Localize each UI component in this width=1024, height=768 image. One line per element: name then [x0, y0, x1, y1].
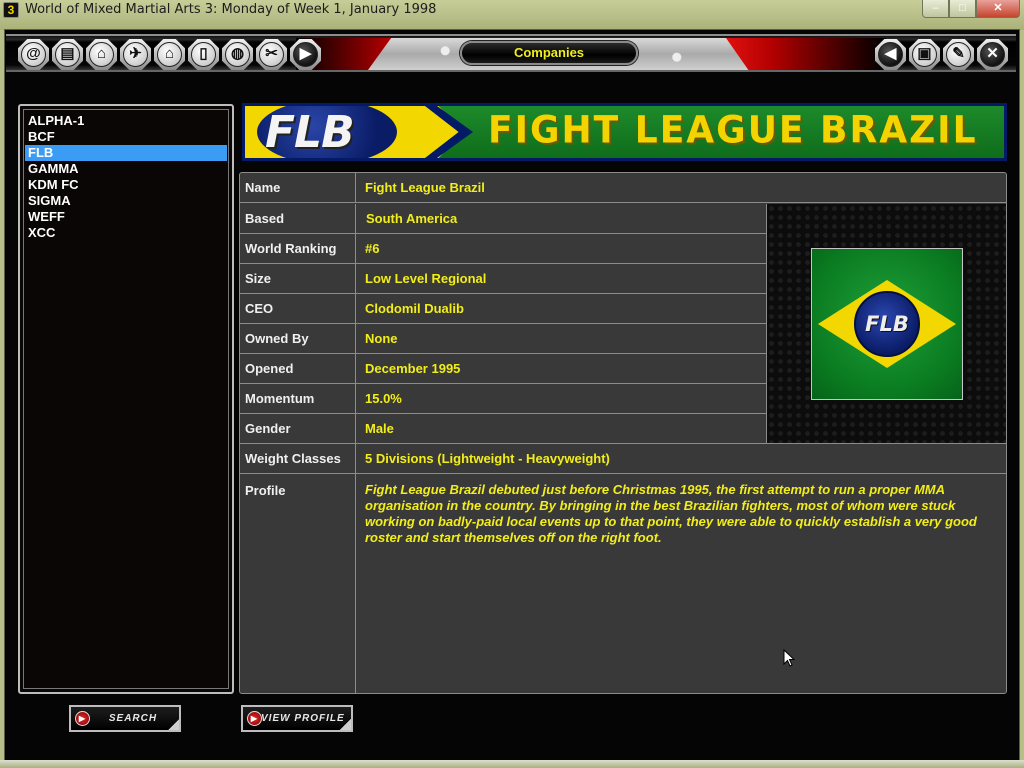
logo-abbreviation: FLB: [865, 312, 909, 336]
detail-value: Fight League Brazil: [365, 180, 485, 195]
company-list-item[interactable]: ALPHA-1: [25, 113, 227, 129]
email-icon: @: [21, 42, 46, 67]
banner-abbreviation: FLB: [265, 107, 355, 158]
search-button-label: SEARCH: [108, 713, 158, 724]
filing-cabinet-button[interactable]: ▤: [52, 39, 83, 70]
app-icon: 3: [3, 2, 19, 18]
company-list-item[interactable]: BCF: [25, 129, 227, 145]
detail-label: CEO: [240, 294, 356, 323]
close-exit-icon: ✕: [980, 42, 1005, 67]
filing-cabinet-icon: ▤: [55, 42, 80, 67]
search-button[interactable]: ▶ SEARCH: [69, 705, 181, 732]
corner-decoration: [168, 719, 179, 730]
tools-button[interactable]: ✂: [256, 39, 287, 70]
logo-circle-emblem: FLB: [854, 291, 920, 357]
company-list-item-selected[interactable]: FLB: [25, 145, 227, 161]
detail-label: Opened: [240, 354, 356, 383]
detail-row-momentum: Momentum 15.0%: [240, 384, 766, 414]
detail-label: Owned By: [240, 324, 356, 353]
tools-icon: ✂: [259, 42, 284, 67]
continue-button[interactable]: ▶: [290, 39, 321, 70]
banner-background: FLB FIGHT LEAGUE BRAZIL: [245, 106, 1004, 158]
fighter-button[interactable]: ✈: [120, 39, 151, 70]
detail-row-size: Size Low Level Regional: [240, 264, 766, 294]
detail-value: Clodomil Dualib: [365, 301, 464, 316]
detail-row-based: Based South America: [240, 204, 766, 234]
detail-row-name: Name Fight League Brazil: [240, 173, 1006, 203]
company-logo: FLB: [811, 248, 963, 400]
detail-row-ceo: CEO Clodomil Dualib: [240, 294, 766, 324]
window-controls: – □ ✕: [922, 0, 1020, 18]
mouse-cursor-icon: [783, 649, 795, 667]
house-person-icon: ⌂: [157, 42, 182, 67]
window-bottom-border: [0, 760, 1024, 768]
play-continue-icon: ▶: [293, 42, 318, 67]
screen-title: Companies: [460, 41, 638, 65]
company-list-items: ALPHA-1 BCF FLB GAMMA KDM FC SIGMA WEFF …: [23, 109, 229, 689]
globe-button[interactable]: ◍: [222, 39, 253, 70]
detail-label: Gender: [240, 414, 356, 443]
save-button[interactable]: ▣: [909, 39, 940, 70]
home-button[interactable]: ⌂: [86, 39, 117, 70]
detail-row-weight-classes: Weight Classes 5 Divisions (Lightweight …: [240, 444, 1006, 474]
company-details-table: Name Fight League Brazil Based South Ame…: [239, 172, 1007, 694]
main-toolbar: @ ▤ ⌂ ✈ ⌂ ▯ ◍ ✂ ▶ Companies ◀ ▣ ✎ ✕: [6, 34, 1016, 72]
company-logo-cell: FLB: [766, 204, 1006, 444]
detail-row-owned-by: Owned By None: [240, 324, 766, 354]
toolbar-decoration-right: [726, 38, 886, 70]
profile-text: Fight League Brazil debuted just before …: [365, 482, 977, 545]
banner-company-name: FIGHT LEAGUE BRAZIL: [488, 108, 978, 153]
company-list[interactable]: ALPHA-1 BCF FLB GAMMA KDM FC SIGMA WEFF …: [18, 104, 234, 694]
detail-value: December 1995: [365, 361, 461, 376]
minimize-button[interactable]: –: [922, 0, 949, 18]
fighter-kick-icon: ✈: [123, 42, 148, 67]
detail-row-opened: Opened December 1995: [240, 354, 766, 384]
detail-value: Male: [365, 421, 394, 436]
detail-value: South America: [366, 211, 458, 226]
play-arrow-icon: ▶: [247, 711, 262, 726]
company-list-item[interactable]: WEFF: [25, 209, 227, 225]
close-window-button[interactable]: ✕: [976, 0, 1020, 18]
view-profile-button-label: VIEW PROFILE: [261, 713, 345, 724]
company-list-item[interactable]: KDM FC: [25, 177, 227, 193]
save-disk-icon: ▣: [912, 42, 937, 67]
window-title-bar[interactable]: 3 World of Mixed Martial Arts 3: Monday …: [0, 0, 1024, 30]
back-icon: ◀: [878, 42, 903, 67]
toolbar-nav-icons: @ ▤ ⌂ ✈ ⌂ ▯ ◍ ✂ ▶: [18, 39, 321, 70]
detail-label: Name: [240, 173, 356, 202]
clipboard-edit-button[interactable]: ✎: [943, 39, 974, 70]
detail-label: Size: [240, 264, 356, 293]
media-player-icon: ▯: [191, 42, 216, 67]
exit-button[interactable]: ✕: [977, 39, 1008, 70]
detail-row-gender: Gender Male: [240, 414, 766, 444]
detail-value: None: [365, 331, 398, 346]
email-button[interactable]: @: [18, 39, 49, 70]
clipboard-edit-icon: ✎: [946, 42, 971, 67]
company-list-item[interactable]: SIGMA: [25, 193, 227, 209]
detail-label: World Ranking: [240, 234, 356, 263]
company-list-item[interactable]: XCC: [25, 225, 227, 241]
company-list-item[interactable]: GAMMA: [25, 161, 227, 177]
detail-value: #6: [365, 241, 380, 256]
maximize-button[interactable]: □: [949, 0, 976, 18]
company-banner: FLB FIGHT LEAGUE BRAZIL: [242, 103, 1007, 161]
back-button[interactable]: ◀: [875, 39, 906, 70]
corner-decoration: [340, 719, 351, 730]
detail-label: Weight Classes: [240, 444, 356, 473]
detail-label: Based: [240, 204, 356, 233]
detail-value: Low Level Regional: [365, 271, 487, 286]
play-arrow-icon: ▶: [75, 711, 90, 726]
toolbar-action-icons: ◀ ▣ ✎ ✕: [875, 39, 1008, 70]
detail-value: 5 Divisions (Lightweight - Heavyweight): [365, 451, 610, 466]
window-title: World of Mixed Martial Arts 3: Monday of…: [25, 2, 437, 17]
detail-label: Momentum: [240, 384, 356, 413]
home-icon: ⌂: [89, 42, 114, 67]
view-profile-button[interactable]: ▶ VIEW PROFILE: [241, 705, 353, 732]
media-player-button[interactable]: ▯: [188, 39, 219, 70]
profile-label: Profile: [240, 474, 356, 693]
detail-row-world-ranking: World Ranking #6: [240, 234, 766, 264]
detail-value: 15.0%: [365, 391, 402, 406]
globe-icon: ◍: [225, 42, 250, 67]
house-person-button[interactable]: ⌂: [154, 39, 185, 70]
